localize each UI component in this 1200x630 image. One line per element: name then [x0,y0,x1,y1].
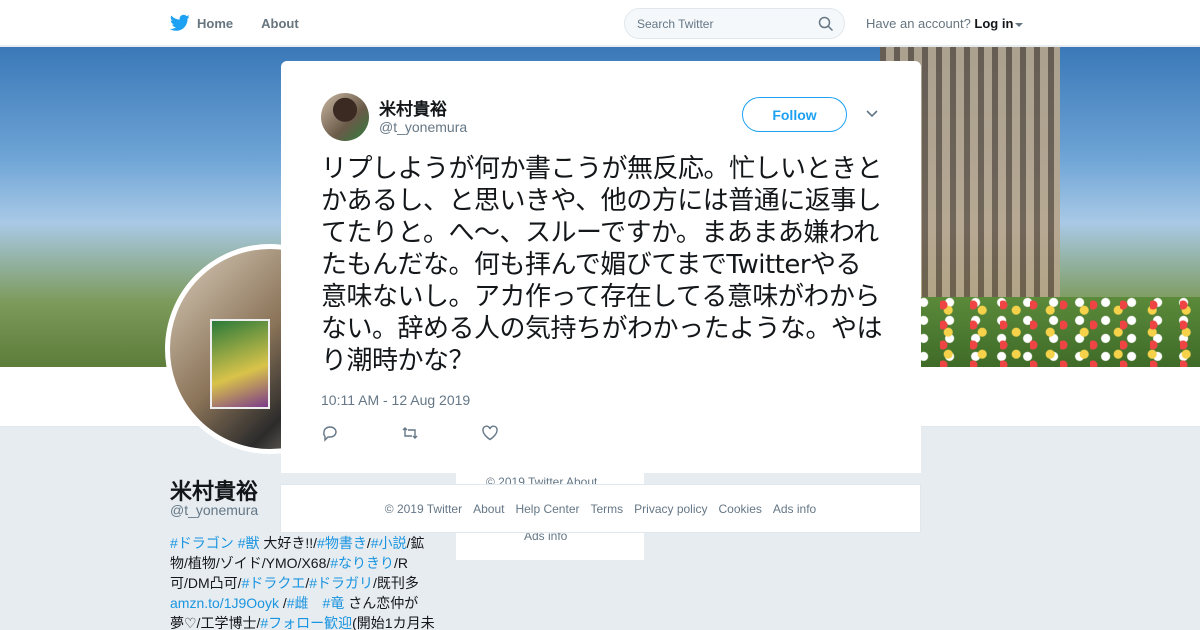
modal-footer: © 2019 Twitter About Help Center Terms P… [280,484,921,533]
retweet-action[interactable] [401,424,481,442]
tweet-timestamp[interactable]: 10:11 AM - 12 Aug 2019 [321,392,470,408]
tweet-modal: 米村貴裕 @t_yonemura Follow リプしようが何か書こうが無反応。… [281,61,921,473]
heart-icon[interactable] [481,424,499,442]
retweet-icon[interactable] [401,424,419,442]
tweet-author-avatar[interactable] [321,93,369,141]
reply-action[interactable] [321,424,401,442]
footer-about-link[interactable]: About [473,502,504,516]
footer-help-link[interactable]: Help Center [515,502,579,516]
close-icon[interactable] [1154,12,1178,36]
tweet-actions [321,424,561,442]
footer-copyright: © 2019 Twitter [384,501,463,516]
like-action[interactable] [481,424,561,442]
reply-icon[interactable] [321,424,339,442]
tweet-author-handle[interactable]: @t_yonemura [379,119,467,135]
chevron-down-icon[interactable] [865,109,879,119]
footer-ads-link[interactable]: Ads info [773,502,816,516]
follow-button[interactable]: Follow [742,97,847,132]
footer-terms-link[interactable]: Terms [590,502,623,516]
footer-privacy-link[interactable]: Privacy policy [634,502,707,516]
footer-cookies-link[interactable]: Cookies [719,502,762,516]
tweet-author-name[interactable]: 米村貴裕 [379,95,447,120]
tweet-text: リプしようが何か書こうが無反応。忙しいときとかあるし、と思いきや、他の方には普通… [321,154,883,376]
